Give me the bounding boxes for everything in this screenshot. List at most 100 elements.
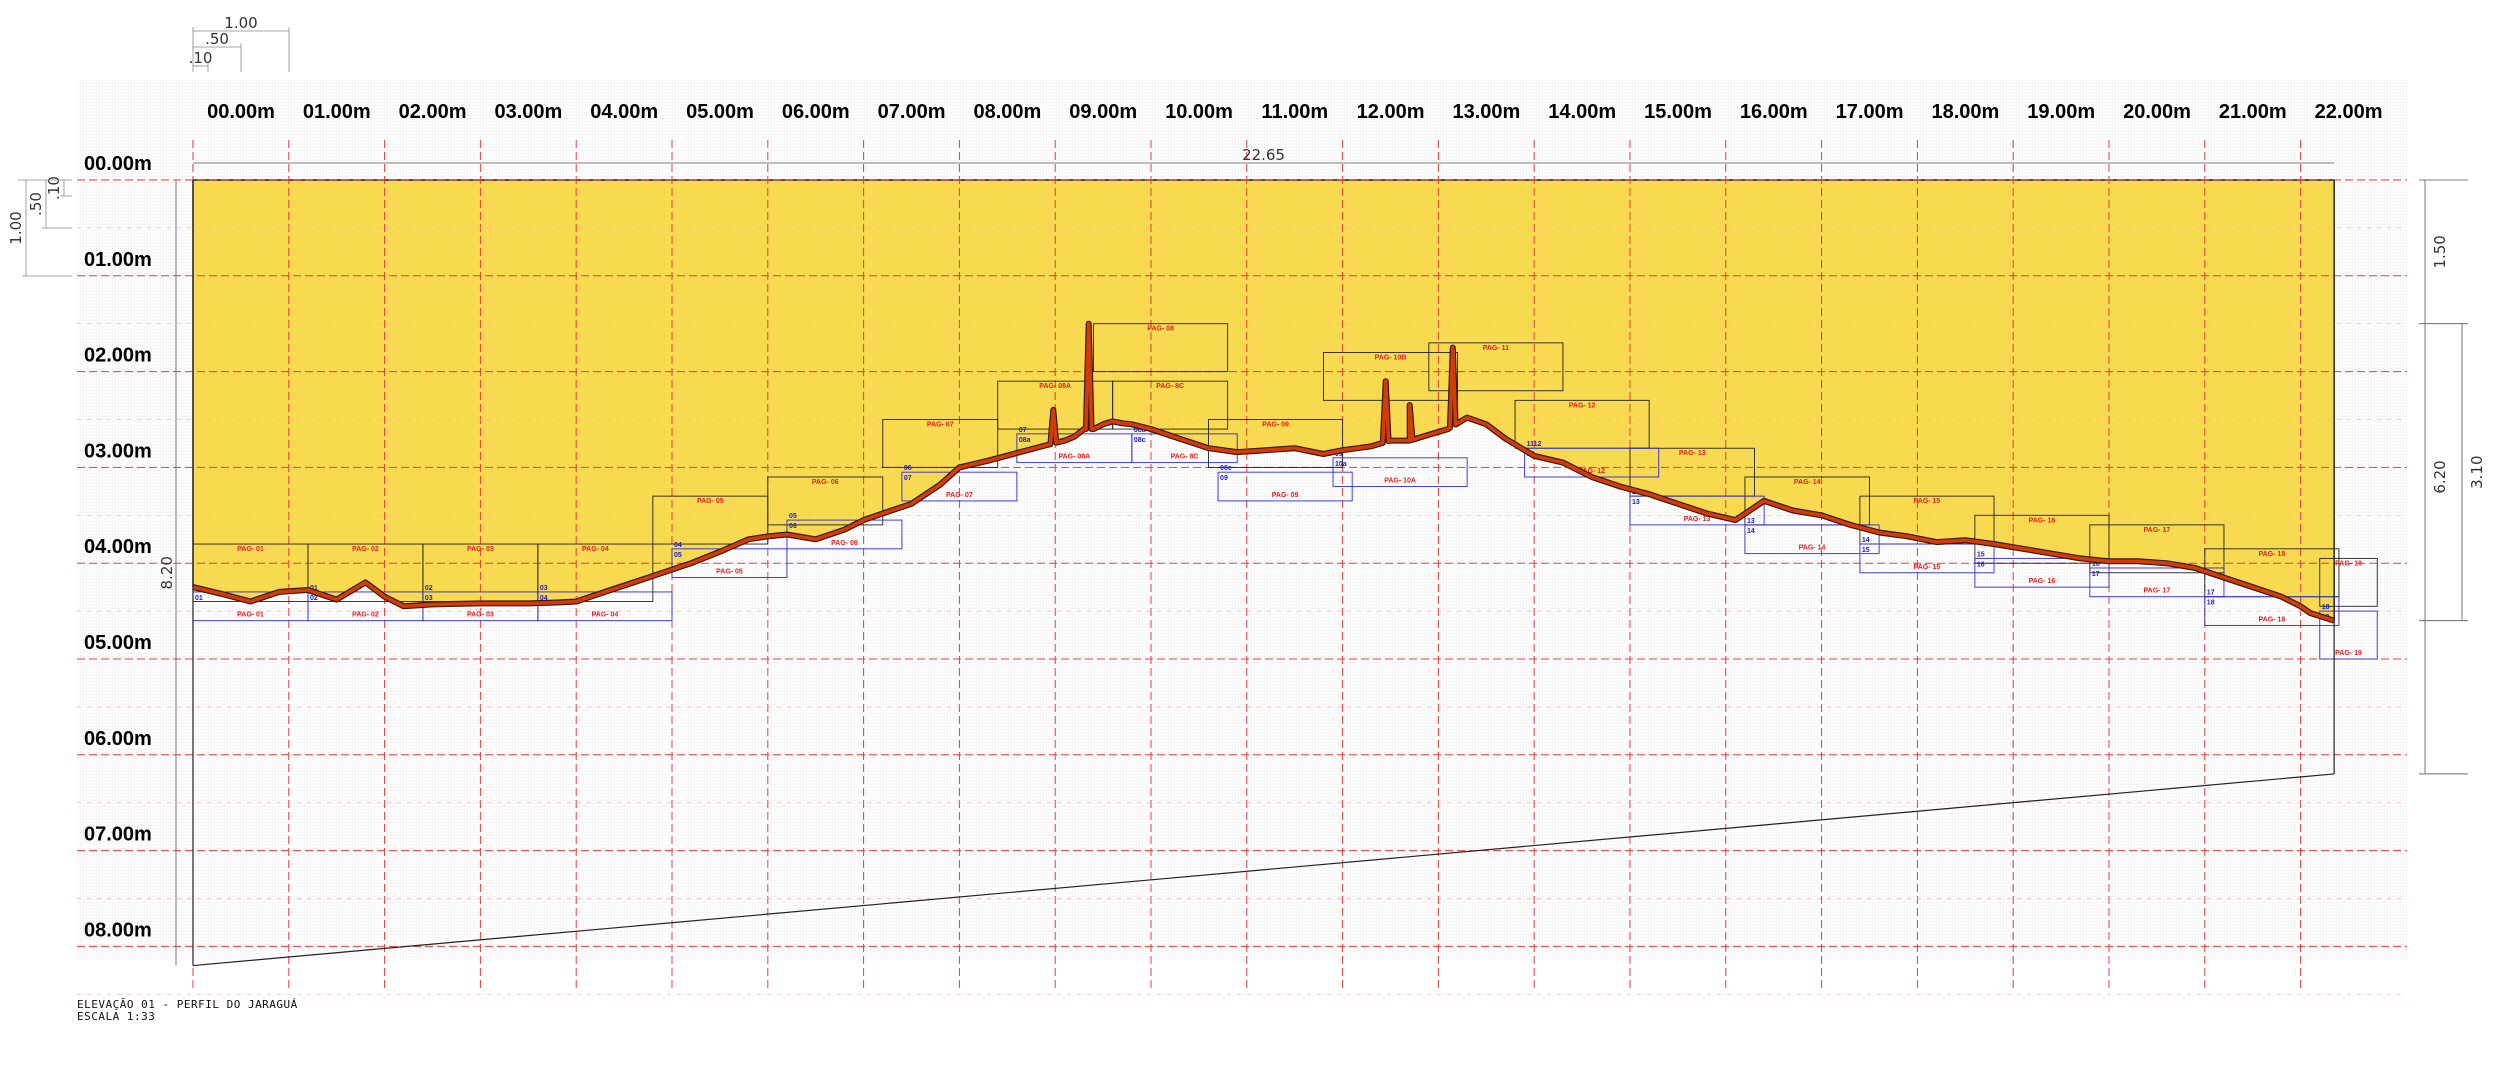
y-axis-label: 05.00m bbox=[84, 632, 152, 654]
page-box-blue-label: PAG- 02 bbox=[352, 612, 379, 619]
right-total-dimension-text: 6.20 bbox=[2431, 460, 2449, 493]
page-number-b: 03 bbox=[540, 585, 548, 592]
x-axis-label: 18.00m bbox=[1931, 101, 1999, 123]
page-number-a: 17 bbox=[2092, 571, 2100, 578]
caption-scale: ESCALA 1:33 bbox=[77, 1010, 156, 1023]
page-box-label: PAG- 13 bbox=[1679, 450, 1706, 457]
x-axis-label: 16.00m bbox=[1740, 101, 1808, 123]
page-box-label: PAG- 10B bbox=[1375, 354, 1407, 361]
scale-bar-h-text: 1.00 bbox=[224, 14, 257, 32]
page-number-a: 14 bbox=[1747, 528, 1755, 535]
page-box-blue-label: PAG- 16 bbox=[2029, 578, 2056, 585]
page-box-blue-label: PAG- 8C bbox=[1171, 454, 1199, 461]
page-box-label: PAG- 04 bbox=[582, 546, 609, 553]
page-number-b: 05 bbox=[789, 513, 797, 520]
x-axis-label: 00.00m bbox=[207, 101, 275, 123]
page-box-label: PAG- 17 bbox=[2144, 527, 2171, 534]
x-axis-label: 02.00m bbox=[399, 101, 467, 123]
page-box-blue-label: PAG- 06 bbox=[831, 540, 858, 547]
page-number-a: 16 bbox=[1977, 561, 1985, 568]
page-box-blue-label: PAG- 04 bbox=[592, 612, 619, 619]
page-box-label: PAG- 15 bbox=[1914, 498, 1941, 505]
page-box-blue-label: PAG- 07 bbox=[946, 492, 973, 499]
y-axis-label: 07.00m bbox=[84, 824, 152, 846]
y-axis-label: 06.00m bbox=[84, 728, 152, 750]
page-box-label: PAG- 02 bbox=[352, 546, 379, 553]
page-number-a: 09 bbox=[1220, 475, 1228, 482]
page-number-a: 06 bbox=[789, 523, 797, 530]
page-box-label: PAG- 09 bbox=[1262, 422, 1289, 429]
page-box-label: PAG- 03 bbox=[467, 546, 494, 553]
page-number-b: 1112 bbox=[1527, 441, 1542, 448]
x-axis-label: 15.00m bbox=[1644, 101, 1712, 123]
x-axis-label: 10.00m bbox=[1165, 101, 1233, 123]
page-box-label: PAG- 08A bbox=[1039, 383, 1071, 390]
x-axis-label: 19.00m bbox=[2027, 101, 2095, 123]
page-number-a: 08c bbox=[1134, 437, 1146, 444]
page-box-label: PAG- 16 bbox=[2029, 517, 2056, 524]
page-box-blue-label: PAG- 05 bbox=[716, 569, 743, 576]
x-axis-label: 14.00m bbox=[1548, 101, 1616, 123]
x-axis-label: 05.00m bbox=[686, 101, 754, 123]
scale-bar-h-text: .10 bbox=[189, 49, 213, 67]
page-number-b: 08c bbox=[1220, 465, 1232, 472]
page-number-a: 03 bbox=[425, 595, 433, 602]
page-box-blue-label: PAG- 09 bbox=[1272, 492, 1299, 499]
page-box-blue-label: PAG- 10A bbox=[1384, 478, 1416, 485]
y-axis-label: 00.00m bbox=[84, 153, 152, 175]
page-number-a: 15 bbox=[1862, 547, 1870, 554]
page-box-label: PAG- 18 bbox=[2259, 551, 2286, 558]
width-dimension-text: 22.65 bbox=[1242, 146, 1285, 164]
x-axis-label: 09.00m bbox=[1069, 101, 1137, 123]
page-box-blue-label: PAG- 01 bbox=[237, 612, 264, 619]
page-number-a: 10a bbox=[1335, 461, 1347, 468]
x-axis-label: 12.00m bbox=[1357, 101, 1425, 123]
scale-bar-h-text: .50 bbox=[205, 30, 229, 48]
page-number-b: 18 bbox=[2322, 604, 2330, 611]
page-box-label: PAG- 11 bbox=[1483, 345, 1509, 352]
page-box-blue-label: PAG- 18 bbox=[2259, 616, 2286, 623]
page-box-label: PAG- 01 bbox=[237, 546, 264, 553]
x-axis-label: 11.00m bbox=[1261, 101, 1328, 123]
elevation-drawing: PAG- 01 PAG- 02 PAG- 03 PAG- 04 PAG- 05 PAG- … bbox=[7, 14, 2486, 995]
page-box-blue-label: PAG- 15 bbox=[1914, 564, 1941, 571]
page-box-label: PAG- 08 bbox=[1147, 326, 1174, 333]
page-number-b: 17 bbox=[2207, 590, 2215, 597]
right-top-dimension-text: 1.50 bbox=[2431, 235, 2449, 268]
x-axis-label: 22.00m bbox=[2315, 101, 2383, 123]
x-axis-label: 13.00m bbox=[1452, 101, 1520, 123]
x-axis-label: 08.00m bbox=[973, 101, 1041, 123]
x-axis-label: 04.00m bbox=[590, 101, 658, 123]
page-number-a: 18 bbox=[2207, 600, 2215, 607]
page-box-label: PAG- 14 bbox=[1794, 479, 1821, 486]
page-number-b: 13 bbox=[1747, 518, 1755, 525]
y-axis-label: 02.00m bbox=[84, 345, 152, 367]
y-axis-label: 03.00m bbox=[84, 440, 152, 462]
page-box-blue-label: PAG- 13 bbox=[1684, 516, 1711, 523]
x-axis-label: 03.00m bbox=[494, 101, 562, 123]
x-axis-label: 21.00m bbox=[2219, 101, 2287, 123]
page-box-label: PAG- 19 bbox=[2335, 560, 2362, 567]
page-number-b: 07 bbox=[1019, 427, 1027, 434]
right-mid-dimension-text: 3.10 bbox=[2468, 455, 2486, 488]
page-box-blue-label: PAG- 03 bbox=[467, 612, 494, 619]
page-box-label: PAG- 06 bbox=[812, 479, 839, 486]
page-box-blue-label: PAG- 19 bbox=[2335, 650, 2362, 657]
page-box-label: PAG- 8C bbox=[1156, 383, 1184, 390]
page-number-a: 01 bbox=[195, 595, 203, 602]
page-number-a: 13 bbox=[1632, 499, 1640, 506]
page-box-label: PAG- 07 bbox=[927, 422, 954, 429]
scale-bar-v-text: 1.00 bbox=[7, 211, 25, 244]
y-axis-label: 01.00m bbox=[84, 249, 152, 271]
drawing-caption: ELEVAÇÃO 01 - PERFIL DO JARAGUÁ ESCALA 1… bbox=[77, 999, 298, 1023]
page-number-a: 05 bbox=[674, 552, 682, 559]
scale-bar-v-text: .50 bbox=[27, 192, 45, 216]
page-box-label: PAG- 12 bbox=[1569, 402, 1596, 409]
page-number-b: 06 bbox=[904, 465, 912, 472]
page-number-b: 15 bbox=[1977, 551, 1985, 558]
x-axis-label: 17.00m bbox=[1836, 101, 1904, 123]
x-axis-label: 06.00m bbox=[782, 101, 850, 123]
page-box-blue-label: PAG- 14 bbox=[1799, 545, 1826, 552]
x-axis-label: 07.00m bbox=[878, 101, 946, 123]
page-number-a: 07 bbox=[904, 475, 912, 482]
